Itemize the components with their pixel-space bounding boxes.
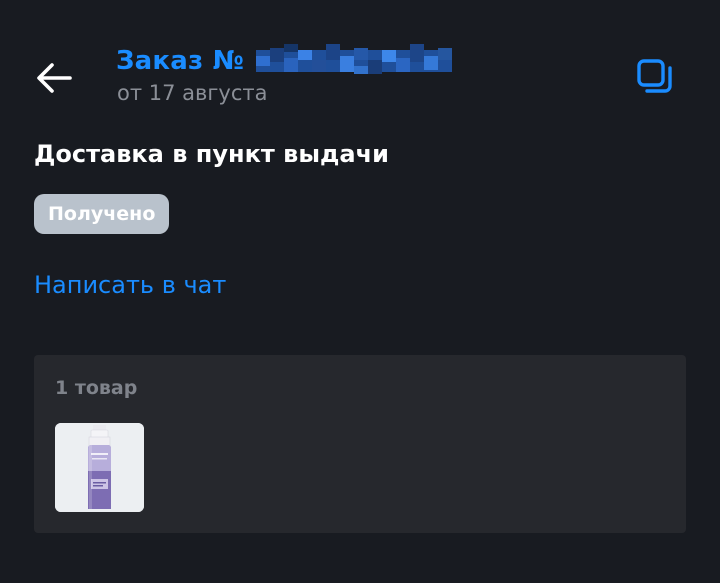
delivery-type-heading: Доставка в пункт выдачи [34, 140, 389, 168]
order-date: от 17 августа [117, 81, 268, 105]
back-button[interactable] [28, 52, 80, 104]
status-badge: Получено [34, 194, 170, 234]
copy-button[interactable] [632, 54, 678, 100]
write-to-chat-link[interactable]: Написать в чат [34, 271, 226, 299]
order-details-screen: Заказ № от 17 августа Доставка в пункт в… [0, 0, 720, 583]
order-title-row: Заказ № [116, 42, 453, 80]
order-title: Заказ № [116, 46, 245, 76]
order-number-redacted [256, 44, 453, 74]
arrow-left-icon [37, 63, 72, 93]
items-count: 1 товар [55, 377, 138, 399]
copy-icon [637, 59, 672, 93]
product-thumbnail[interactable] [55, 423, 144, 512]
foam-cleanser-bottle-image [55, 423, 144, 512]
order-items-card: 1 товар [34, 355, 686, 533]
